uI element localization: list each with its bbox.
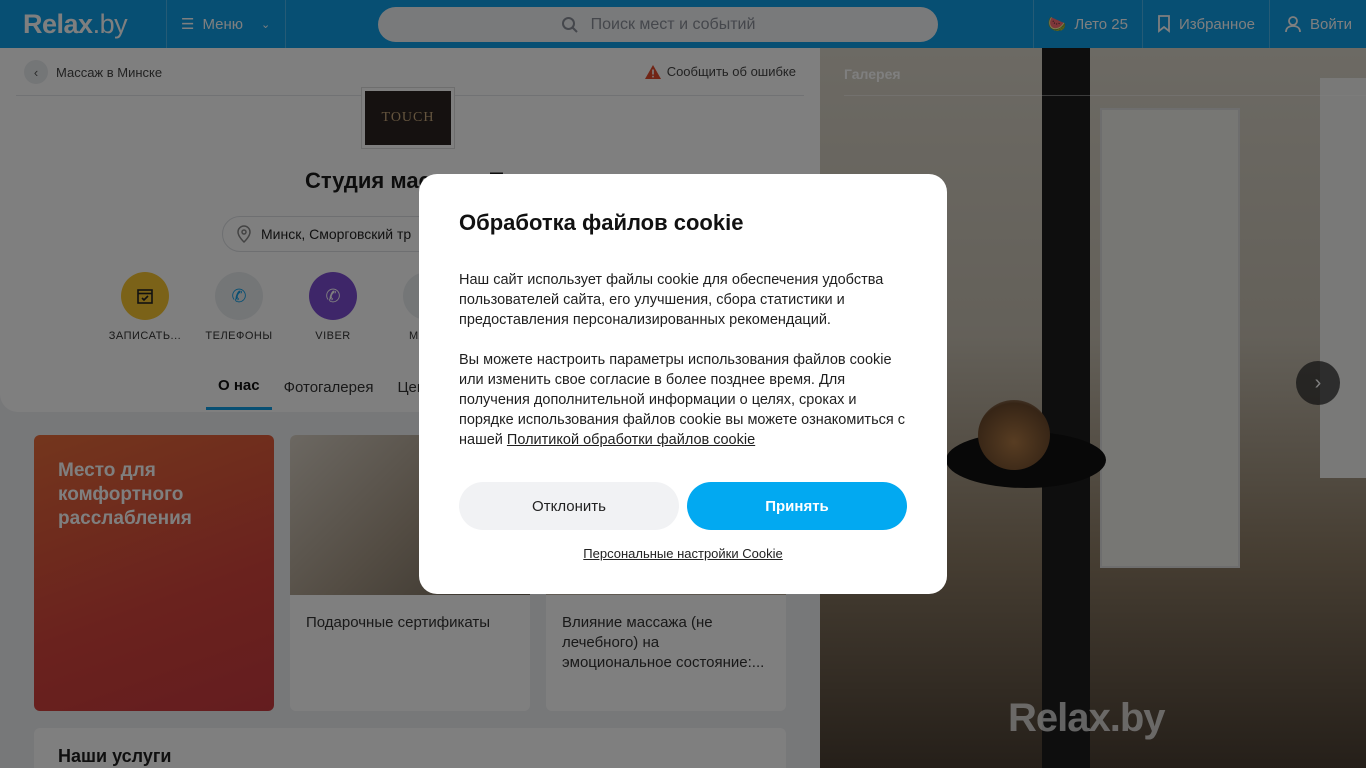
decline-button[interactable]: Отклонить	[459, 482, 679, 530]
cookie-paragraph-2: Вы можете настроить параметры использова…	[459, 350, 907, 450]
cookie-paragraph-1: Наш сайт использует файлы cookie для обе…	[459, 272, 884, 328]
cookie-settings-link[interactable]: Персональные настройки Cookie	[459, 546, 907, 561]
cookie-dialog: Обработка файлов cookie Наш сайт использ…	[419, 174, 947, 594]
accept-button[interactable]: Принять	[687, 482, 907, 530]
cookie-policy-link[interactable]: Политикой обработки файлов cookie	[507, 432, 755, 448]
cookie-buttons: Отклонить Принять	[459, 482, 907, 530]
cookie-title: Обработка файлов cookie	[459, 210, 744, 235]
